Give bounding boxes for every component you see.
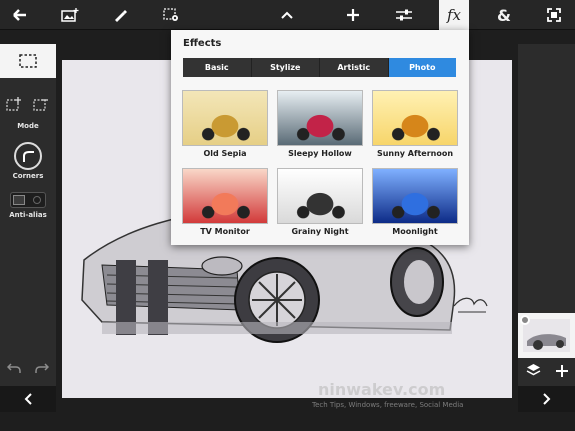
effect-label: Sunny Afternoon	[376, 149, 454, 158]
layers-button[interactable]	[526, 363, 541, 381]
tab-photo[interactable]: Photo	[388, 58, 456, 77]
undo-icon	[6, 363, 21, 373]
toggle-knob	[13, 195, 25, 205]
selection-settings-button[interactable]	[153, 0, 189, 30]
brush-button[interactable]	[102, 0, 138, 30]
fit-screen-button[interactable]	[536, 0, 572, 30]
effect-grainy-night[interactable]: Grainy Night	[277, 168, 363, 236]
corners-label: Corners	[12, 172, 44, 180]
effects-button[interactable]: fx	[439, 0, 469, 30]
antialias-toggle[interactable]	[10, 192, 46, 208]
add-image-button[interactable]	[52, 0, 88, 30]
effect-label: TV Monitor	[200, 227, 250, 236]
corners-button[interactable]	[14, 142, 42, 170]
effect-thumbnail	[182, 90, 268, 146]
blend-button[interactable]: &	[486, 0, 522, 30]
undo-button[interactable]	[6, 362, 21, 378]
effect-sleepy-hollow[interactable]: Sleepy Hollow	[277, 90, 363, 158]
car-thumbnail-icon	[527, 334, 566, 350]
collapse-button[interactable]	[269, 0, 305, 30]
selection-settings-icon	[163, 8, 178, 21]
history-controls	[0, 362, 56, 378]
back-arrow-icon	[13, 9, 26, 21]
rounded-corner-icon	[23, 151, 34, 162]
effect-thumbnail	[182, 168, 268, 224]
brush-icon	[115, 10, 127, 22]
effect-thumbnail	[372, 90, 458, 146]
effect-thumbnail	[372, 168, 458, 224]
add-button[interactable]	[335, 0, 371, 30]
antialias-label: Anti-alias	[9, 211, 47, 219]
plus-icon	[347, 9, 359, 21]
effects-tab-bar: Basic Stylize Artistic Photo	[183, 58, 456, 77]
effect-tv-monitor[interactable]: TV Monitor	[182, 168, 268, 236]
effect-label: Old Sepia	[203, 149, 247, 158]
effect-label: Sleepy Hollow	[288, 149, 352, 158]
watermark: ninwakev.com	[318, 380, 446, 399]
rectangle-select-tool[interactable]	[0, 44, 56, 78]
layer-thumbnail[interactable]	[518, 313, 575, 358]
left-panel-prev-button[interactable]	[0, 386, 56, 412]
sliders-icon	[396, 9, 412, 21]
subtract-selection-icon	[33, 99, 48, 111]
marquee-icon	[19, 54, 37, 68]
effect-thumbnail	[277, 168, 363, 224]
add-selection-icon	[6, 97, 21, 111]
mode-add-button[interactable]	[6, 96, 22, 115]
tab-stylize[interactable]: Stylize	[252, 58, 320, 77]
add-layer-button[interactable]	[555, 363, 568, 381]
layer-thumbnail-image	[523, 319, 570, 352]
watermark-tagline: Tech Tips, Windows, freeware, Social Med…	[312, 401, 464, 409]
mode-subtract-button[interactable]	[33, 96, 49, 115]
plus-icon	[555, 365, 568, 377]
tab-artistic[interactable]: Artistic	[320, 58, 389, 77]
chevron-right-icon	[542, 393, 550, 405]
effect-label: Moonlight	[392, 227, 438, 236]
mode-label: Mode	[17, 122, 39, 130]
back-button[interactable]	[2, 0, 38, 30]
chevron-left-icon	[24, 393, 32, 405]
layers-icon	[526, 364, 540, 376]
adjustments-button[interactable]	[386, 0, 422, 30]
fit-screen-icon	[547, 8, 561, 22]
top-toolbar: fx &	[0, 0, 575, 30]
effects-panel-title: Effects	[183, 38, 222, 49]
layer-controls	[518, 360, 575, 384]
redo-button[interactable]	[35, 362, 50, 378]
toggle-off-indicator	[33, 196, 41, 204]
effect-moonlight[interactable]: Moonlight	[372, 168, 458, 236]
effect-sunny-afternoon[interactable]: Sunny Afternoon	[372, 90, 458, 158]
add-image-icon	[61, 8, 79, 22]
layer-visibility-icon[interactable]	[520, 315, 530, 325]
fx-icon: fx	[446, 6, 461, 24]
effect-label: Grainy Night	[291, 227, 349, 236]
tab-basic[interactable]: Basic	[183, 58, 252, 77]
chevron-up-icon	[281, 11, 293, 19]
effect-thumbnail	[277, 90, 363, 146]
effect-old-sepia[interactable]: Old Sepia	[182, 90, 268, 158]
effects-panel: Effects Basic Stylize Artistic Photo Old…	[171, 30, 469, 245]
redo-icon	[35, 363, 50, 373]
left-tool-panel: Mode Corners Anti-alias	[0, 44, 56, 412]
right-panel-next-button[interactable]	[518, 386, 575, 412]
ampersand-icon: &	[497, 5, 511, 25]
